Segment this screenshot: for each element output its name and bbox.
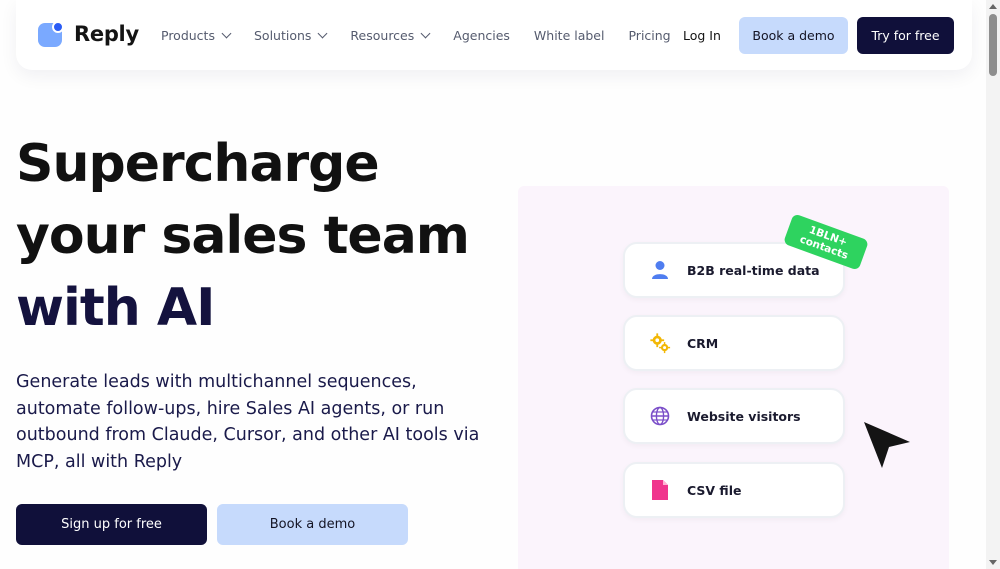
book-demo-button-nav[interactable]: Book a demo [739, 17, 848, 54]
hero-title-line-2: your sales team [16, 206, 470, 266]
menu-white-label[interactable]: White label [534, 28, 605, 43]
login-link[interactable]: Log In [683, 28, 721, 43]
book-demo-button-hero[interactable]: Book a demo [217, 504, 408, 545]
hero-title: Supercharge your sales team with AI [16, 128, 470, 344]
file-icon [649, 479, 671, 501]
source-card-crm: CRM [623, 315, 845, 371]
source-card-website: Website visitors [623, 388, 845, 444]
source-label-csv: CSV file [687, 482, 742, 498]
top-navbar: Reply Products Solutions Resources Agenc… [16, 0, 972, 70]
main-menu: Products Solutions Resources Agencies Wh… [161, 28, 695, 43]
menu-pricing[interactable]: Pricing [628, 28, 670, 43]
menu-solutions[interactable]: Solutions [253, 28, 328, 43]
scroll-down-icon[interactable] [989, 560, 997, 565]
gears-icon [649, 332, 671, 354]
person-icon [649, 259, 671, 281]
source-card-csv: CSV file [623, 462, 845, 518]
reply-logo-icon [38, 21, 64, 47]
signup-button[interactable]: Sign up for free [16, 504, 207, 545]
hero-title-line-3: with AI [16, 278, 215, 338]
menu-solutions-label: Solutions [253, 28, 312, 43]
source-label-crm: CRM [687, 335, 719, 351]
menu-pricing-label: Pricing [628, 28, 671, 43]
try-for-free-button[interactable]: Try for free [857, 17, 954, 54]
chevron-down-icon [420, 28, 431, 39]
menu-agencies-label: Agencies [453, 28, 510, 43]
menu-white-label-label: White label [533, 28, 605, 43]
hero-title-line-1: Supercharge [16, 134, 380, 194]
scrollbar-thumb[interactable] [989, 14, 997, 76]
chevron-down-icon [317, 28, 328, 39]
reply-logo[interactable]: Reply [38, 21, 139, 47]
page-scrollbar[interactable] [986, 0, 1000, 569]
cursor-arrow-icon [862, 420, 912, 474]
chevron-down-icon [221, 28, 232, 39]
menu-agencies[interactable]: Agencies [453, 28, 510, 43]
menu-resources[interactable]: Resources [350, 28, 431, 43]
hero-subtitle: Generate leads with multichannel sequenc… [16, 372, 480, 472]
source-label-b2b: B2B real-time data [687, 262, 820, 278]
globe-icon [649, 405, 671, 427]
scroll-up-icon[interactable] [989, 4, 997, 9]
menu-resources-label: Resources [350, 28, 415, 43]
logo-text: Reply [74, 22, 139, 46]
source-label-website: Website visitors [687, 408, 801, 424]
menu-products[interactable]: Products [161, 28, 232, 43]
menu-products-label: Products [161, 28, 215, 43]
